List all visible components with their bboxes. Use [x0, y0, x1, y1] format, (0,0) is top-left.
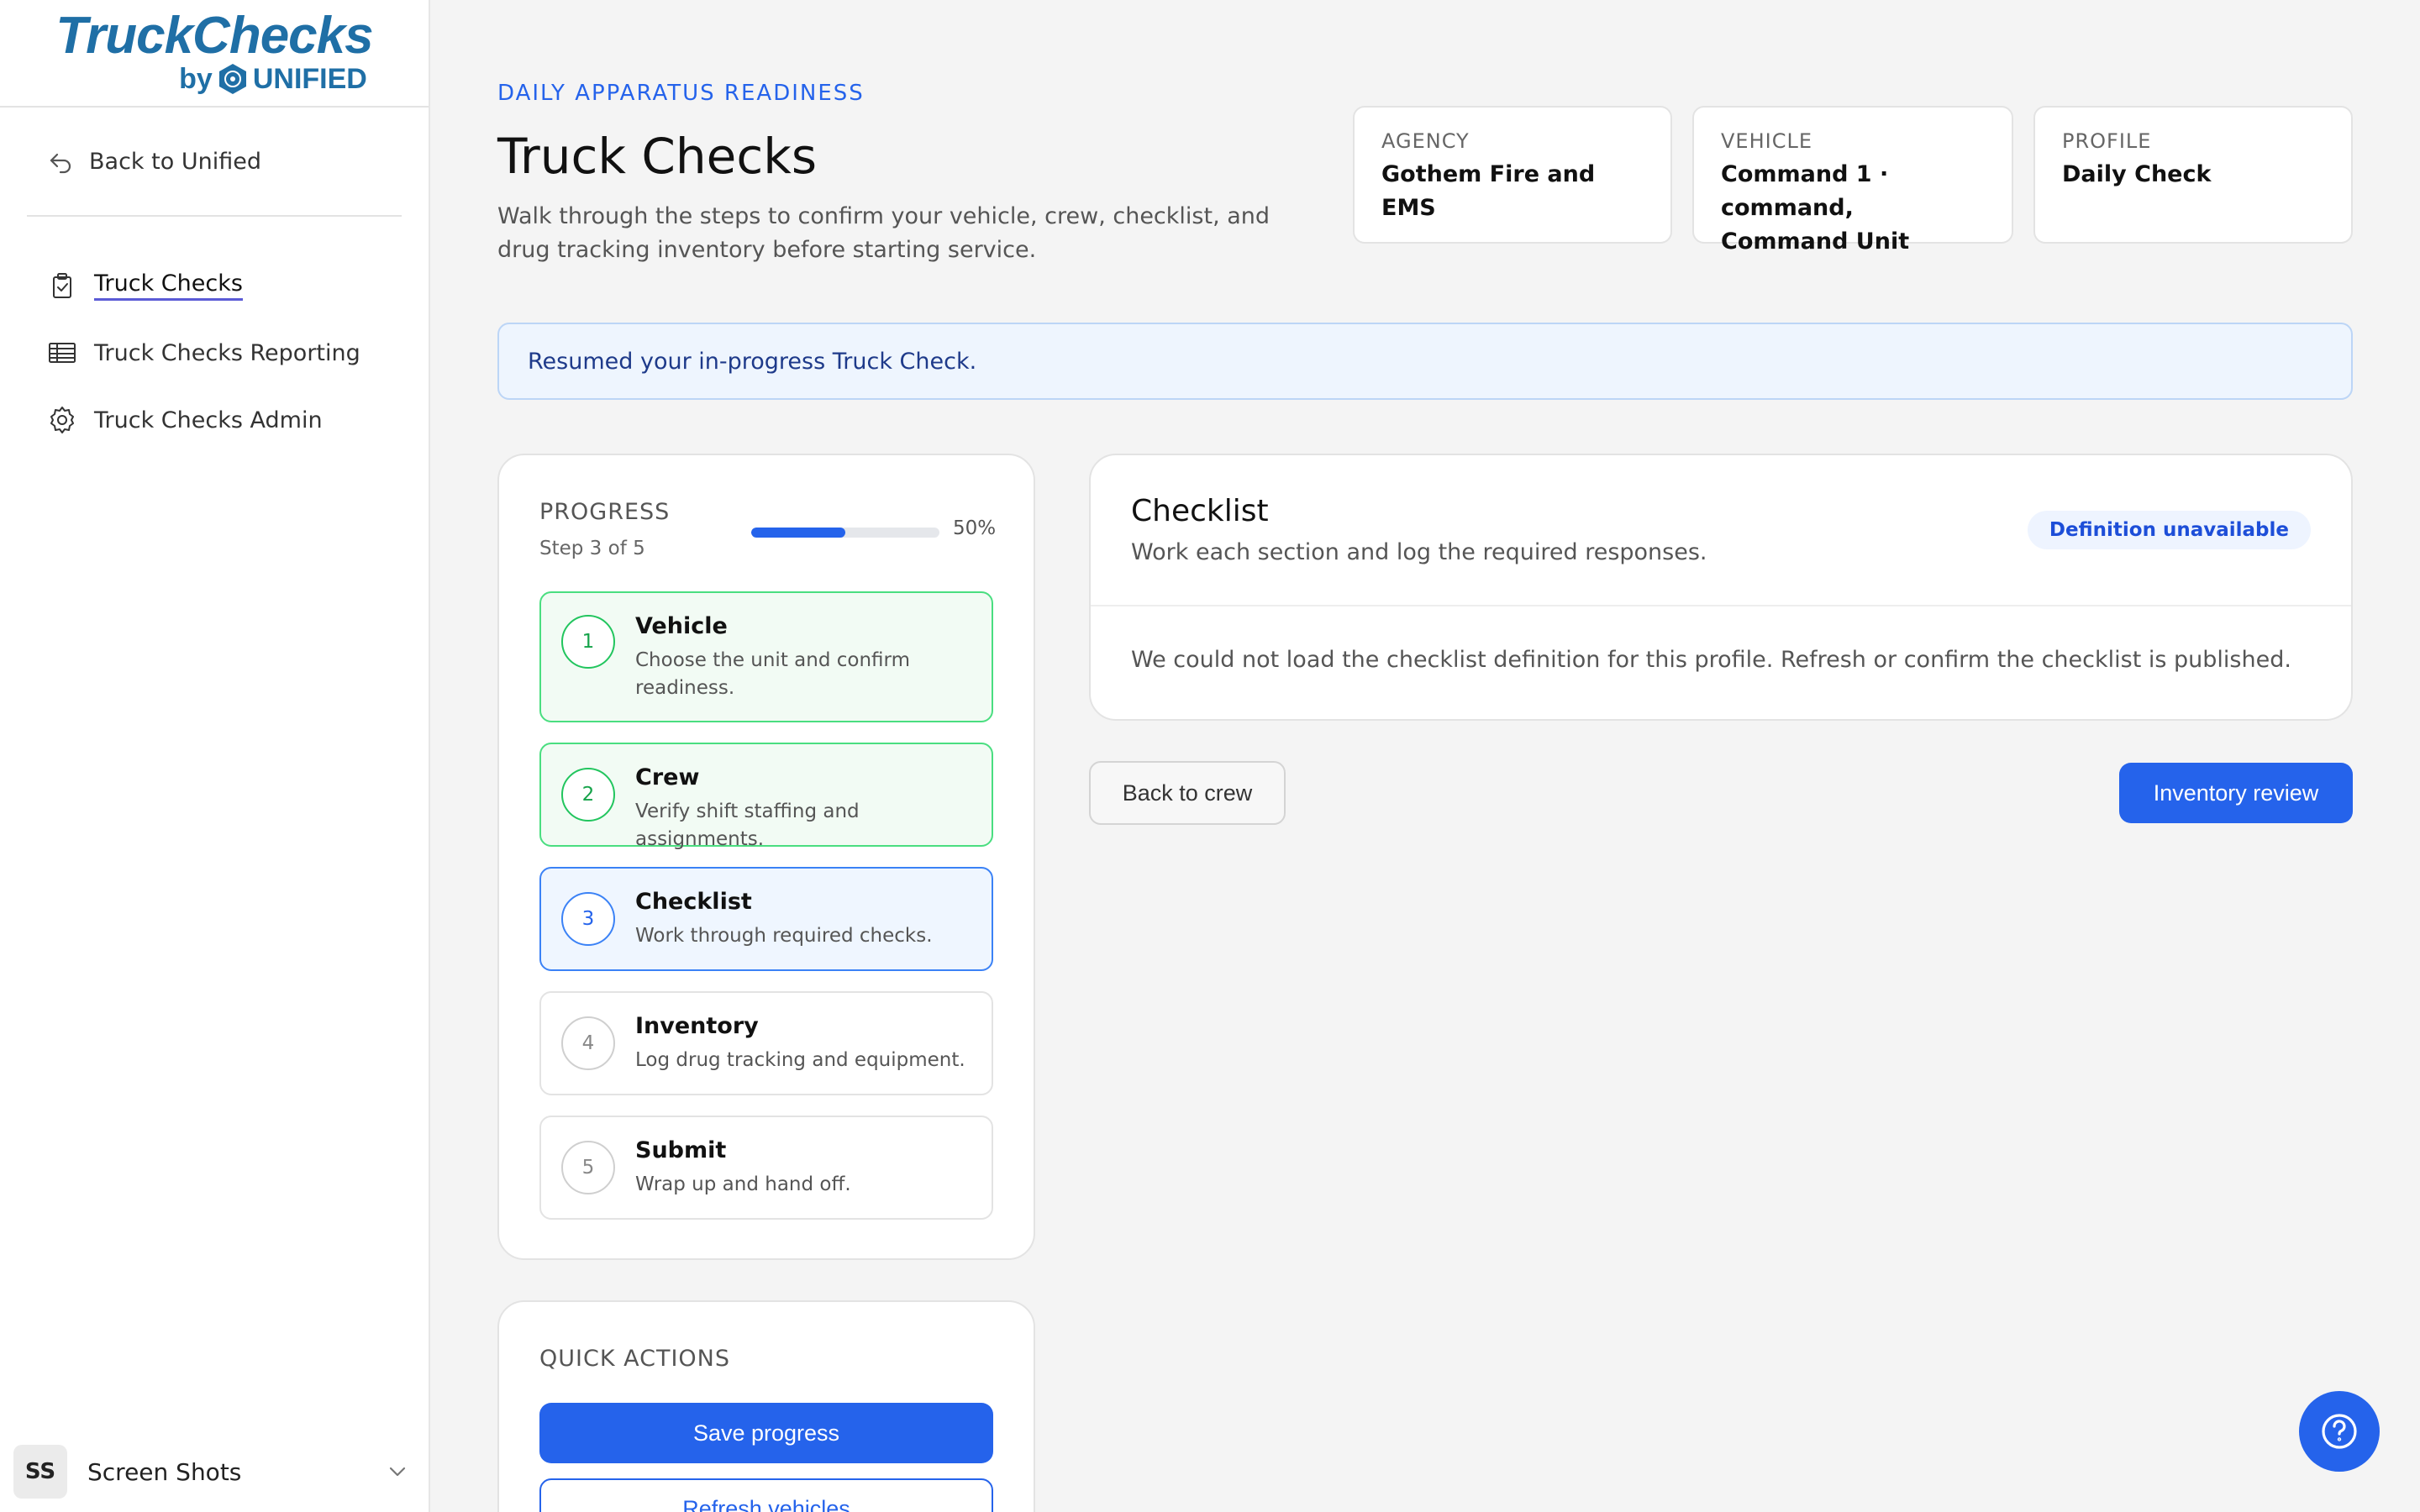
profile-value: Daily Check: [2062, 161, 2212, 187]
save-progress-button[interactable]: Save progress: [539, 1403, 993, 1463]
agency-label: AGENCY: [1381, 129, 1470, 153]
step-number: 3: [561, 892, 615, 946]
step-inventory[interactable]: 4 Inventory Log drug tracking and equipm…: [539, 991, 993, 1095]
step-description: Log drug tracking and equipment.: [635, 1049, 965, 1071]
user-menu[interactable]: SS Screen Shots: [13, 1443, 417, 1500]
page-title: Truck Checks: [497, 128, 818, 185]
checklist-subtitle: Work each section and log the required r…: [1131, 539, 1707, 565]
clipboard-check-icon: [53, 273, 71, 298]
checklist-divider: [1091, 605, 2351, 606]
hexagon-logo-icon: [218, 64, 246, 94]
avatar: SS: [13, 1445, 67, 1499]
gear-icon: [50, 407, 74, 433]
checklist-title: Checklist: [1131, 494, 1269, 528]
user-name: Screen Shots: [87, 1457, 242, 1486]
brand-company: UNIFIED: [252, 62, 367, 95]
step-title: Crew: [635, 764, 700, 790]
refresh-vehicles-button[interactable]: Refresh vehicles: [539, 1478, 993, 1512]
sidebar-item-label: Truck Checks: [94, 270, 243, 301]
sidebar-item-label: Truck Checks Admin: [94, 407, 323, 433]
brand-by: by: [179, 62, 213, 95]
profile-label: PROFILE: [2062, 129, 2152, 153]
step-checklist[interactable]: 3 Checklist Work through required checks…: [539, 867, 993, 971]
back-arrow-icon: [50, 153, 71, 174]
vehicle-card: VEHICLE Command 1 · command, Command Uni…: [1692, 106, 2013, 255]
sidebar-item-label: Truck Checks Reporting: [94, 339, 360, 366]
step-title: Inventory: [635, 1013, 759, 1039]
progress-label: PROGRESS: [539, 499, 671, 525]
sidebar-item-truck-checks-admin[interactable]: Truck Checks Admin: [47, 386, 360, 454]
help-icon: [2322, 1414, 2357, 1449]
back-to-unified-link[interactable]: Back to Unified: [47, 148, 261, 175]
sidebar-divider: [27, 215, 402, 217]
help-button[interactable]: [2299, 1391, 2380, 1472]
vehicle-value: Command 1 · command, Command Unit: [1721, 161, 1910, 255]
brand-name: TruckChecks: [55, 7, 373, 65]
step-description: Choose the unit and confirm readiness.: [635, 649, 910, 699]
progress-step-text: Step 3 of 5: [539, 538, 645, 559]
agency-value: Gothem Fire and EMS: [1381, 161, 1596, 221]
progress-percent: 50%: [953, 517, 997, 539]
table-icon: [49, 343, 76, 363]
step-title: Checklist: [635, 889, 752, 915]
page-description: Walk through the steps to confirm your v…: [497, 203, 1270, 263]
resume-alert: Resumed your in-progress Truck Check.: [497, 323, 2353, 400]
sidebar: TruckChecks by UNIFIED Back to Unified T…: [0, 0, 430, 1512]
step-description: Verify shift staffing and assignments.: [635, 801, 860, 850]
page-eyebrow: DAILY APPARATUS READINESS: [497, 81, 865, 106]
quick-actions-label: QUICK ACTIONS: [539, 1346, 731, 1372]
sidebar-nav: Truck Checks Truck Checks Reporting Truc…: [47, 252, 360, 454]
checklist-card: Checklist Work each section and log the …: [1089, 454, 2353, 721]
step-title: Vehicle: [635, 613, 728, 639]
profile-card: PROFILE Daily Check: [2033, 106, 2353, 244]
agency-card: AGENCY Gothem Fire and EMS: [1353, 106, 1672, 244]
chevron-down-icon: [389, 1467, 406, 1477]
step-description: Work through required checks.: [635, 925, 933, 947]
vehicle-label: VEHICLE: [1721, 129, 1812, 153]
back-to-unified-label: Back to Unified: [89, 148, 261, 175]
step-number: 2: [561, 768, 615, 822]
brand-logo[interactable]: TruckChecks by UNIFIED: [0, 0, 429, 108]
step-description: Wrap up and hand off.: [635, 1173, 851, 1195]
progress-card: PROGRESS Step 3 of 5 50% 1 Vehicle Choos…: [497, 454, 1035, 1260]
back-to-crew-button[interactable]: Back to crew: [1089, 761, 1286, 825]
progress-bar-fill: [751, 528, 845, 538]
progress-bar: [751, 528, 939, 538]
step-number: 4: [561, 1016, 615, 1070]
sidebar-item-truck-checks[interactable]: Truck Checks: [47, 252, 360, 319]
step-number: 1: [561, 615, 615, 669]
quick-actions-card: QUICK ACTIONS Save progress Refresh vehi…: [497, 1300, 1035, 1512]
brand-subline: by UNIFIED: [179, 62, 367, 96]
sidebar-item-truck-checks-reporting[interactable]: Truck Checks Reporting: [47, 319, 360, 386]
step-crew[interactable]: 2 Crew Verify shift staffing and assignm…: [539, 743, 993, 850]
step-submit[interactable]: 5 Submit Wrap up and hand off.: [539, 1116, 993, 1220]
step-number: 5: [561, 1141, 615, 1194]
checklist-error-message: We could not load the checklist definiti…: [1131, 647, 2291, 673]
step-vehicle[interactable]: 1 Vehicle Choose the unit and confirm re…: [539, 591, 993, 722]
status-badge: Definition unavailable: [2027, 511, 2311, 549]
step-title: Submit: [635, 1137, 727, 1163]
inventory-review-button[interactable]: Inventory review: [2119, 763, 2353, 823]
